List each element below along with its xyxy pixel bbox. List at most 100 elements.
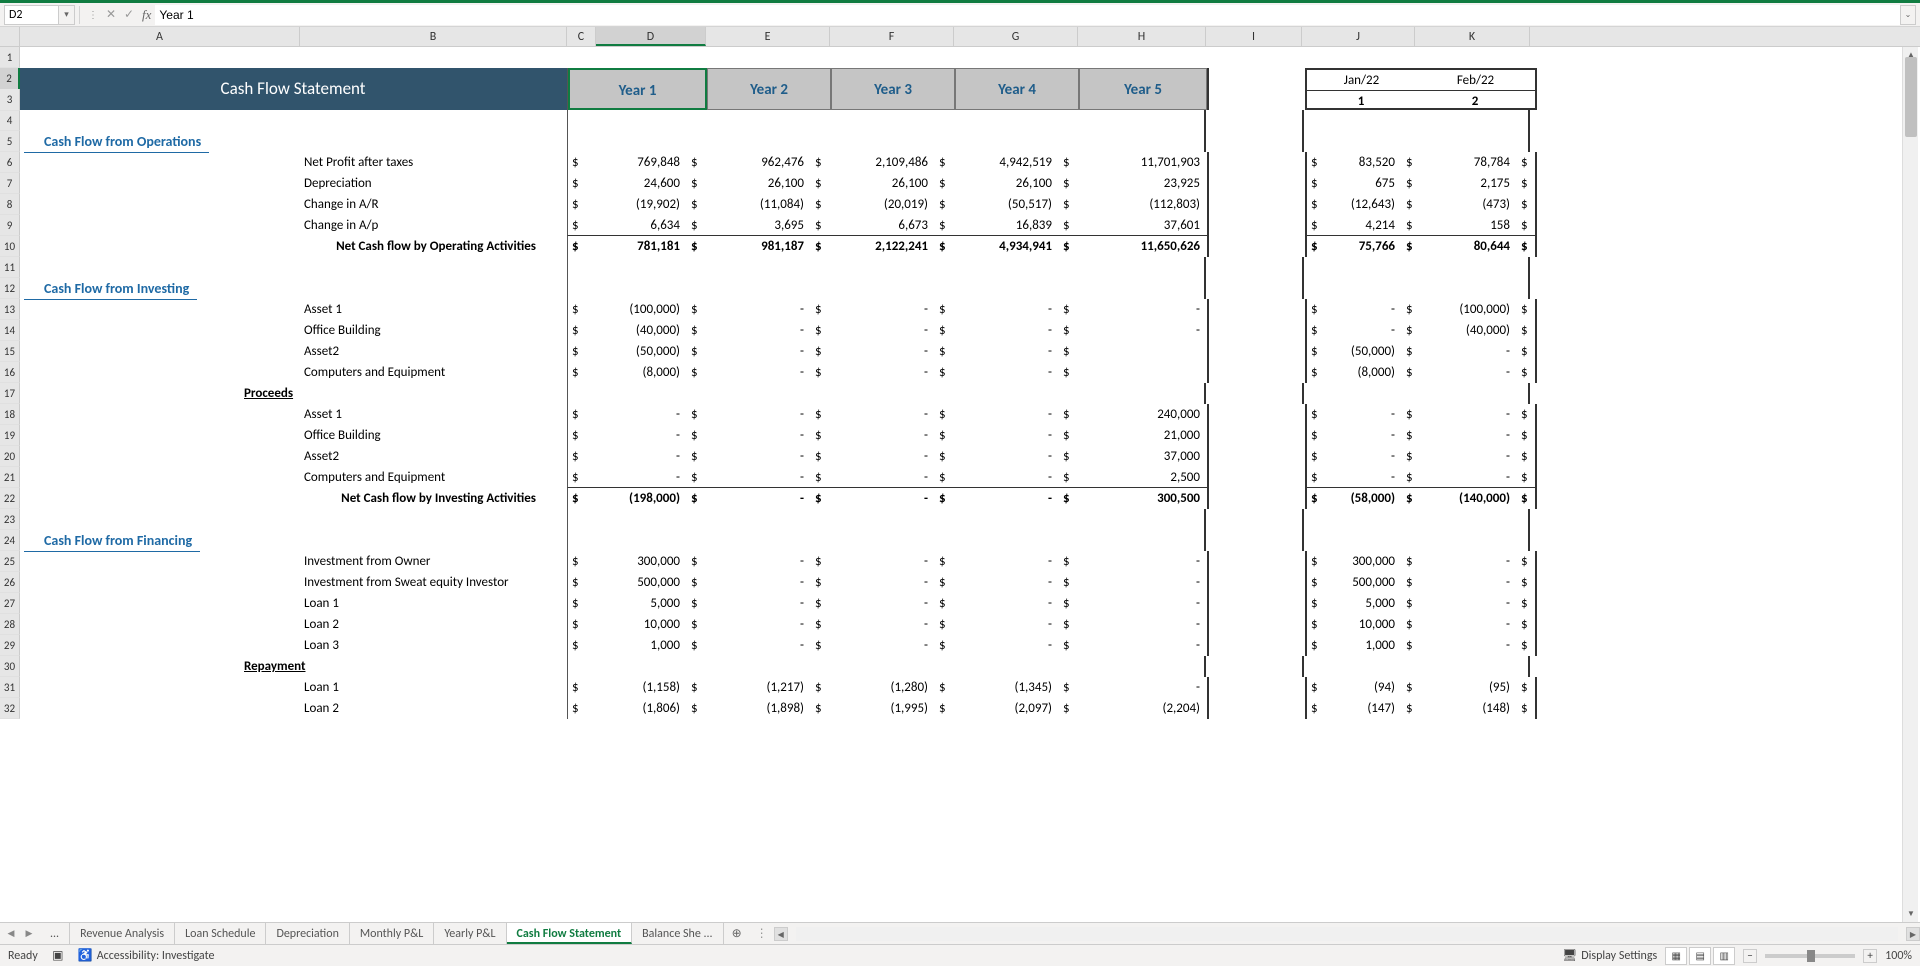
data-value[interactable]: 2,500 — [1079, 467, 1207, 487]
data-value[interactable]: 781,181 — [597, 236, 687, 257]
data-value[interactable]: (1,995) — [831, 698, 935, 719]
data-value[interactable]: - — [707, 551, 811, 572]
col-header-H[interactable]: H — [1078, 27, 1206, 46]
data-value[interactable]: (473) — [1420, 194, 1517, 215]
data-value[interactable]: 3,695 — [707, 215, 811, 235]
data-value[interactable]: - — [707, 593, 811, 614]
sheet-tab[interactable]: Loan Schedule — [175, 923, 266, 944]
data-value[interactable]: - — [831, 551, 935, 572]
row-header[interactable]: 16 — [0, 362, 20, 383]
view-page-layout-icon[interactable]: ▤ — [1689, 947, 1711, 965]
data-value[interactable]: 300,000 — [1325, 551, 1402, 572]
data-value[interactable]: - — [707, 362, 811, 383]
grid-body[interactable]: 1 2 Cash Flow Statement Year 1Year 2Year… — [0, 47, 1920, 922]
data-value[interactable]: (12,643) — [1325, 194, 1402, 215]
data-value[interactable]: (94) — [1325, 677, 1402, 698]
data-value[interactable]: - — [831, 446, 935, 467]
data-value[interactable]: (95) — [1420, 677, 1517, 698]
data-value[interactable]: - — [707, 299, 811, 320]
data-value[interactable]: - — [1325, 404, 1402, 425]
data-value[interactable]: - — [707, 635, 811, 656]
col-header-K[interactable]: K — [1415, 27, 1530, 46]
data-value[interactable]: - — [831, 593, 935, 614]
data-value[interactable]: 26,100 — [831, 173, 935, 194]
data-value[interactable]: (1,280) — [831, 677, 935, 698]
data-value[interactable]: - — [707, 320, 811, 341]
data-value[interactable]: - — [955, 467, 1059, 487]
data-value[interactable]: - — [707, 572, 811, 593]
data-value[interactable]: (2,097) — [955, 698, 1059, 719]
year-header[interactable]: Year 2 — [707, 68, 831, 110]
enter-icon[interactable]: ✓ — [120, 6, 138, 24]
data-value[interactable]: 5,000 — [1325, 593, 1402, 614]
data-value[interactable] — [1079, 341, 1207, 362]
data-value[interactable]: 4,942,519 — [955, 152, 1059, 173]
data-value[interactable]: - — [955, 299, 1059, 320]
row-header[interactable]: 10 — [0, 236, 20, 257]
data-value[interactable]: - — [1420, 593, 1517, 614]
data-value[interactable]: - — [707, 425, 811, 446]
row-header[interactable]: 11 — [0, 257, 20, 278]
row-header[interactable]: 15 — [0, 341, 20, 362]
row-header[interactable]: 32 — [0, 698, 20, 719]
fx-icon[interactable]: fx — [142, 7, 151, 23]
row-header[interactable]: 9 — [0, 215, 20, 236]
data-value[interactable]: 16,839 — [955, 215, 1059, 235]
data-value[interactable]: 11,701,903 — [1079, 152, 1207, 173]
data-value[interactable]: - — [1079, 320, 1207, 341]
data-value[interactable]: - — [955, 404, 1059, 425]
data-value[interactable]: - — [955, 635, 1059, 656]
data-value[interactable]: - — [1420, 341, 1517, 362]
row-header[interactable]: 19 — [0, 425, 20, 446]
sheet-tab[interactable]: ... — [40, 923, 70, 944]
data-value[interactable]: 11,650,626 — [1079, 236, 1207, 257]
data-value[interactable]: 26,100 — [707, 173, 811, 194]
data-value[interactable] — [1079, 362, 1207, 383]
data-value[interactable]: 10,000 — [1325, 614, 1402, 635]
data-value[interactable]: - — [955, 320, 1059, 341]
data-value[interactable]: - — [831, 614, 935, 635]
data-value[interactable]: (19,902) — [597, 194, 687, 215]
data-value[interactable]: 10,000 — [597, 614, 687, 635]
data-value[interactable]: (8,000) — [597, 362, 687, 383]
data-value[interactable]: 6,673 — [831, 215, 935, 235]
data-value[interactable]: 83,520 — [1325, 152, 1402, 173]
data-value[interactable]: (140,000) — [1420, 488, 1517, 509]
year-header[interactable]: Year 3 — [831, 68, 955, 110]
data-value[interactable]: - — [831, 488, 935, 509]
data-value[interactable]: - — [1420, 551, 1517, 572]
sheet-tab[interactable]: Cash Flow Statement — [507, 923, 633, 944]
data-value[interactable]: - — [1325, 320, 1402, 341]
name-box-dropdown[interactable]: ▾ — [59, 5, 75, 25]
data-value[interactable]: - — [831, 299, 935, 320]
data-value[interactable]: - — [955, 341, 1059, 362]
data-value[interactable]: 962,476 — [707, 152, 811, 173]
data-value[interactable]: 80,644 — [1420, 236, 1517, 257]
data-value[interactable]: (1,806) — [597, 698, 687, 719]
data-value[interactable]: - — [1325, 467, 1402, 487]
row-header[interactable]: 21 — [0, 467, 20, 488]
data-value[interactable]: 75,766 — [1325, 236, 1402, 257]
row-header[interactable]: 27 — [0, 593, 20, 614]
zoom-level[interactable]: 100% — [1885, 949, 1912, 963]
data-value[interactable]: - — [1079, 635, 1207, 656]
data-value[interactable]: - — [831, 425, 935, 446]
data-value[interactable]: - — [1420, 362, 1517, 383]
data-value[interactable]: - — [707, 446, 811, 467]
data-value[interactable]: 300,000 — [597, 551, 687, 572]
row-header[interactable]: 31 — [0, 677, 20, 698]
data-value[interactable]: - — [831, 572, 935, 593]
data-value[interactable]: - — [955, 551, 1059, 572]
row-header[interactable]: 26 — [0, 572, 20, 593]
data-value[interactable]: - — [597, 467, 687, 487]
scroll-thumb[interactable] — [1905, 57, 1917, 137]
data-value[interactable]: (100,000) — [597, 299, 687, 320]
data-value[interactable]: - — [831, 362, 935, 383]
year-header[interactable]: Year 1 — [568, 68, 707, 110]
data-value[interactable]: - — [707, 404, 811, 425]
row-header[interactable]: 13 — [0, 299, 20, 320]
row-header[interactable]: 3 — [0, 89, 20, 111]
data-value[interactable]: 4,934,941 — [955, 236, 1059, 257]
data-value[interactable]: - — [1079, 593, 1207, 614]
zoom-out-button[interactable]: − — [1743, 949, 1757, 963]
